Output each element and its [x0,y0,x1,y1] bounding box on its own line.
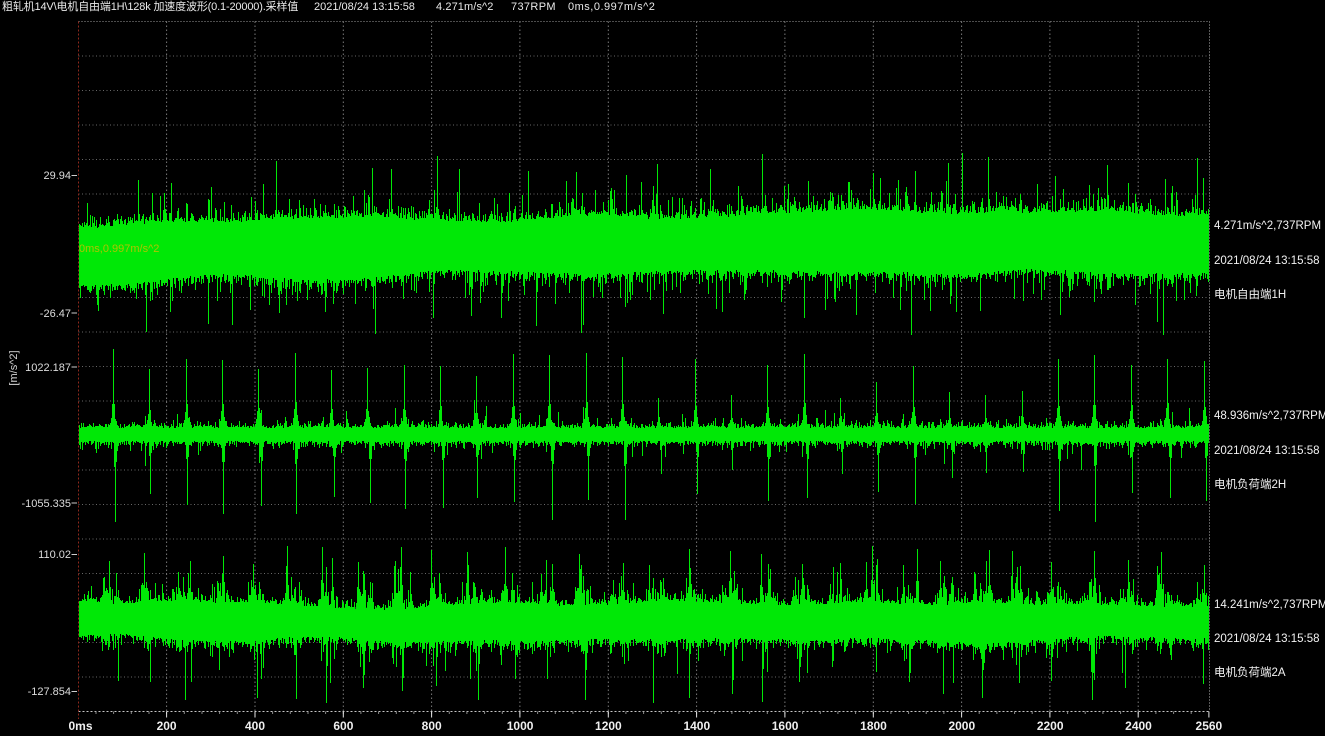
svg-text:0ms,0.997m/s^2: 0ms,0.997m/s^2 [79,243,159,255]
